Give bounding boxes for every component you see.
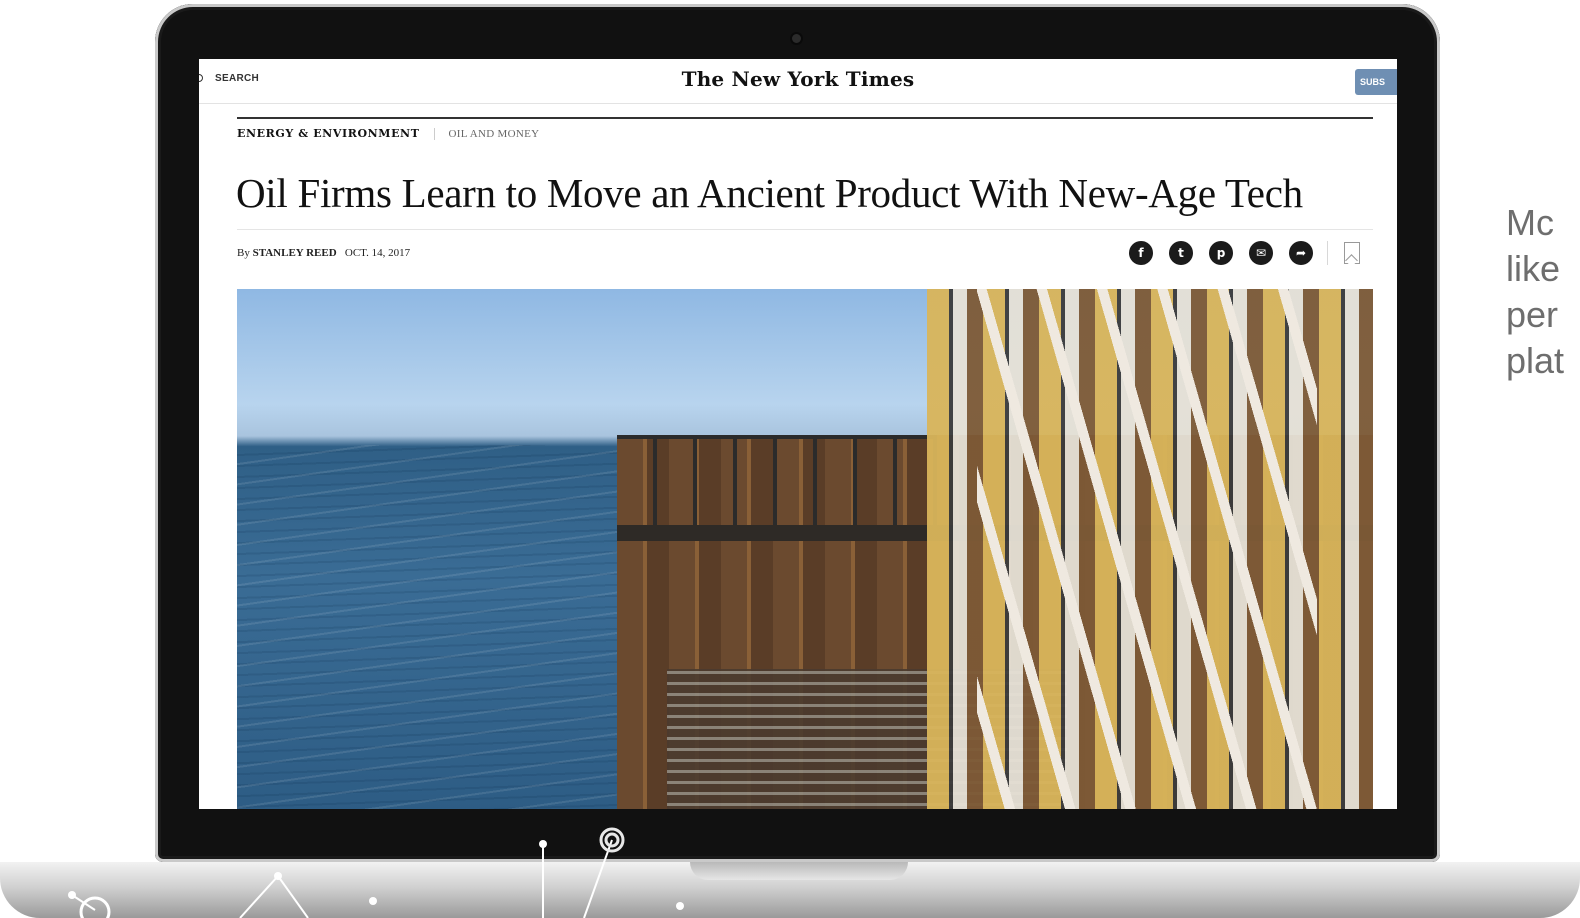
article-photo: [237, 289, 1373, 809]
article-headline: Oil Firms Learn to Move an Ancient Produ…: [236, 170, 1303, 216]
caption-line: like: [1506, 248, 1561, 289]
caption-line: per: [1506, 294, 1559, 335]
divider: [237, 117, 1373, 119]
platform-railing: [617, 435, 937, 539]
twitter-icon[interactable]: t: [1169, 241, 1193, 265]
caption-line: Mc: [1506, 202, 1554, 243]
byline: By STANLEY REED OCT. 14, 2017: [237, 247, 410, 259]
platform-pipes: [977, 289, 1317, 809]
divider: [433, 127, 435, 140]
breadcrumb: ENERGY & ENVIRONMENT OIL AND MONEY: [237, 127, 539, 140]
masthead-logo[interactable]: The New York Times: [199, 67, 1397, 91]
nyt-header: SEARCH The New York Times SUBS: [199, 59, 1397, 104]
author-link[interactable]: STANLEY REED: [253, 247, 337, 259]
pinterest-icon[interactable]: p: [1209, 241, 1233, 265]
share-icon[interactable]: ➦: [1289, 241, 1313, 265]
subscribe-button[interactable]: SUBS: [1355, 69, 1397, 95]
sea: [237, 445, 657, 809]
browser-screen: SEARCH The New York Times SUBS ENERGY & …: [199, 59, 1397, 809]
laptop-notch: [690, 862, 908, 880]
section-link[interactable]: ENERGY & ENVIRONMENT: [237, 127, 420, 140]
laptop-base: [0, 862, 1580, 918]
byline-prefix: By: [237, 247, 250, 259]
share-toolbar: f t p ✉ ➦: [1129, 241, 1360, 265]
divider: [1327, 241, 1328, 265]
laptop-lid: SEARCH The New York Times SUBS ENERGY & …: [155, 4, 1440, 862]
bookmark-icon[interactable]: [1344, 242, 1360, 264]
camera-icon: [792, 34, 801, 43]
email-icon[interactable]: ✉: [1249, 241, 1273, 265]
caption-line: plat: [1506, 340, 1565, 381]
facebook-icon[interactable]: f: [1129, 241, 1153, 265]
publish-date: OCT. 14, 2017: [344, 247, 411, 259]
side-caption: Mc like per plat: [1506, 200, 1580, 384]
subsection-link[interactable]: OIL AND MONEY: [449, 128, 540, 140]
divider: [237, 229, 1373, 230]
